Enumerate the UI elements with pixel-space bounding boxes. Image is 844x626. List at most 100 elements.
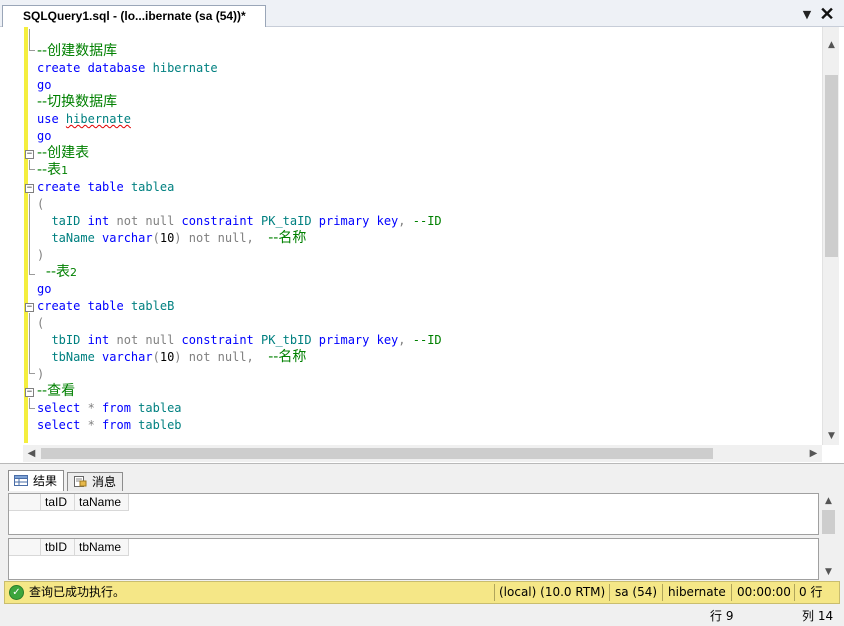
status-separator: [662, 584, 663, 601]
outline-line: [29, 29, 30, 50]
code-token: (: [152, 231, 160, 245]
code-token: 1: [61, 164, 69, 177]
code-line[interactable]: --表2: [37, 264, 77, 281]
tab-messages[interactable]: 消息: [67, 472, 124, 491]
code-line[interactable]: --切换数据库: [37, 94, 117, 111]
code-line[interactable]: --表1: [37, 162, 68, 179]
collapse-toggle-icon[interactable]: −: [25, 303, 34, 312]
code-line[interactable]: create table tablea: [37, 179, 174, 196]
code-token: primary key: [318, 333, 399, 347]
outline-end: [29, 274, 35, 275]
code-editor[interactable]: − − − − --创建数据库 create database hibernate…: [0, 27, 844, 463]
scroll-right-icon[interactable]: ▶: [805, 445, 822, 462]
status-separator: [794, 584, 795, 601]
code-line[interactable]: tbName varchar(10) not null, --名称: [37, 349, 306, 366]
collapse-toggle-icon[interactable]: −: [25, 184, 34, 193]
scrollbar-thumb[interactable]: [825, 75, 838, 257]
code-token: ,: [398, 214, 406, 228]
code-line[interactable]: taName varchar(10) not null, --名称: [37, 230, 306, 247]
scroll-up-icon[interactable]: ▲: [820, 493, 837, 510]
column-header[interactable]: tbName: [75, 539, 129, 556]
code-token: ,: [398, 333, 406, 347]
scrollbar-thumb[interactable]: [41, 448, 713, 459]
code-line[interactable]: go: [37, 128, 51, 145]
status-elapsed: 00:00:00: [737, 585, 791, 599]
code-token: use: [37, 112, 59, 126]
code-line[interactable]: ): [37, 247, 44, 264]
status-user: sa (54): [615, 585, 658, 599]
scrollbar-thumb[interactable]: [822, 510, 835, 534]
code-line[interactable]: taID int not null constraint PK_taID pri…: [37, 213, 442, 230]
status-server: (local) (10.0 RTM): [499, 585, 606, 599]
code-line[interactable]: (: [37, 315, 44, 332]
code-line[interactable]: ): [37, 366, 44, 383]
code-line[interactable]: --创建表: [37, 145, 89, 162]
code-line[interactable]: create table tableB: [37, 298, 174, 315]
result-grid-1[interactable]: taID taName: [8, 493, 819, 535]
scroll-down-icon[interactable]: ▼: [823, 428, 840, 445]
editor-horizontal-scrollbar[interactable]: ◀ ▶: [23, 445, 822, 462]
editor-vertical-scrollbar[interactable]: ▲ ▼: [822, 27, 839, 445]
code-token: select: [37, 418, 81, 432]
cursor-position-bar: 行 9 列 14: [0, 606, 844, 626]
code-line[interactable]: (: [37, 196, 44, 213]
column-header[interactable]: taID: [41, 494, 75, 511]
outline-line: [29, 313, 30, 373]
outline-line: [29, 398, 30, 408]
grid-corner[interactable]: [9, 494, 41, 511]
code-line[interactable]: --创建数据库: [37, 43, 117, 60]
code-token: varchar: [102, 231, 153, 245]
code-token: --创建表: [37, 145, 90, 161]
code-token: --名称: [268, 349, 307, 365]
code-line[interactable]: use hibernate: [37, 111, 131, 128]
code-token: constraint: [181, 333, 254, 347]
code-token: varchar: [102, 350, 153, 364]
code-line[interactable]: select * from tablea: [37, 400, 182, 417]
code-token: ): [174, 350, 182, 364]
code-token: ): [37, 248, 45, 262]
collapse-toggle-icon[interactable]: −: [25, 150, 34, 159]
code-token: table: [87, 180, 124, 194]
code-line[interactable]: tbID int not null constraint PK_tbID pri…: [37, 332, 441, 349]
scroll-down-icon[interactable]: ▼: [820, 564, 837, 581]
code-token: 10: [159, 231, 175, 245]
code-token: go: [37, 282, 52, 296]
code-token: not null,: [181, 231, 269, 245]
results-vertical-scrollbar[interactable]: ▲ ▼: [820, 493, 837, 581]
success-check-icon: ✓: [9, 585, 24, 600]
outline-line: [29, 160, 30, 169]
result-grid-2[interactable]: tbID tbName: [8, 538, 819, 580]
column-header[interactable]: tbID: [41, 539, 75, 556]
code-line[interactable]: select * from tableb: [37, 417, 182, 434]
scroll-up-icon[interactable]: ▲: [823, 37, 840, 54]
code-token: create: [37, 299, 81, 313]
close-icon[interactable]: ✕: [818, 5, 836, 23]
code-line[interactable]: go: [37, 281, 51, 298]
outline-end: [29, 50, 35, 51]
tab-results[interactable]: 结果: [8, 470, 65, 491]
code-token: --ID: [405, 214, 442, 228]
code-token: table: [87, 299, 124, 313]
collapse-toggle-icon[interactable]: −: [25, 388, 34, 397]
code-token: --表: [37, 264, 71, 280]
scroll-left-icon[interactable]: ◀: [23, 445, 40, 462]
column-header[interactable]: taName: [75, 494, 129, 511]
grid-corner[interactable]: [9, 539, 41, 556]
tab-dropdown-icon[interactable]: ▼: [800, 9, 814, 21]
code-token: from: [102, 418, 131, 432]
code-token: not null: [109, 333, 182, 347]
code-line[interactable]: --查看: [37, 383, 75, 400]
code-token: tbName: [37, 350, 103, 364]
document-tab[interactable]: SQLQuery1.sql - (lo...ibernate (sa (54))…: [2, 5, 266, 27]
code-token: hibernate: [65, 112, 131, 126]
code-line[interactable]: create database hibernate: [37, 60, 218, 77]
code-token: --名称: [268, 230, 307, 246]
code-token: hibernate: [145, 61, 218, 75]
code-token: select: [37, 401, 81, 415]
code-line[interactable]: go: [37, 77, 51, 94]
outline-line: [29, 194, 30, 274]
code-token: tableB: [123, 299, 175, 313]
code-token: 10: [159, 350, 175, 364]
